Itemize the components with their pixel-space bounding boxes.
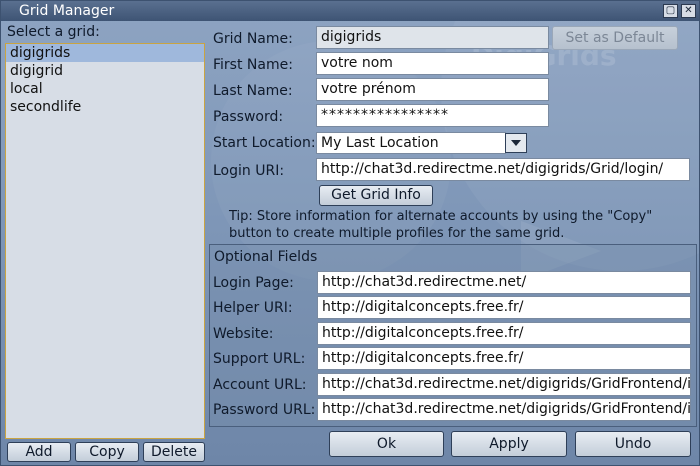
title-bar: Grid Manager (1, 1, 699, 21)
grid-list-item[interactable]: secondlife (6, 98, 204, 116)
support-url-field[interactable]: http://digitalconcepts.free.fr/ (317, 347, 691, 370)
last-name-label: Last Name: (213, 83, 293, 99)
grid-list-item[interactable]: digigrids (6, 44, 204, 62)
first-name-label: First Name: (213, 57, 293, 73)
helper-uri-field[interactable]: http://digitalconcepts.free.fr/ (317, 296, 691, 319)
grid-list[interactable]: digigrids digigrid local secondlife (5, 43, 205, 439)
login-uri-label: Login URI: (213, 163, 285, 179)
select-grid-label: Select a grid: (7, 24, 100, 40)
minimize-icon[interactable]: ▢ (663, 4, 678, 18)
apply-button[interactable]: Apply (451, 431, 567, 457)
grid-list-item[interactable]: digigrid (6, 62, 204, 80)
window-title: Grid Manager (19, 3, 115, 19)
login-page-field[interactable]: http://chat3d.redirectme.net/ (317, 271, 691, 294)
login-page-label: Login Page: (213, 275, 294, 291)
start-location-select[interactable]: My Last Location (316, 132, 506, 154)
set-as-default-button[interactable]: Set as Default (552, 26, 678, 50)
grid-name-field: digigrids (316, 26, 549, 49)
undo-button[interactable]: Undo (575, 431, 691, 457)
helper-uri-label: Helper URI: (213, 300, 293, 316)
website-field[interactable]: http://digitalconcepts.free.fr/ (317, 322, 691, 345)
close-icon[interactable]: ✕ (681, 4, 696, 18)
password-url-field[interactable]: http://chat3d.redirectme.net/digigrids/G… (317, 398, 691, 421)
chevron-down-icon (511, 140, 521, 146)
first-name-field[interactable]: votre nom (316, 52, 549, 75)
last-name-field[interactable]: votre prénom (316, 78, 549, 101)
add-button[interactable]: Add (7, 442, 71, 462)
support-url-label: Support URL: (213, 351, 306, 367)
grid-manager-window: DigiGrids Grid Manager ▢ ✕ Select a grid… (0, 0, 700, 466)
delete-button[interactable]: Delete (143, 442, 205, 462)
tip-text: Tip: Store information for alternate acc… (229, 209, 653, 241)
grid-name-label: Grid Name: (213, 31, 293, 47)
optional-fields-title: Optional Fields (214, 249, 318, 265)
account-url-label: Account URL: (213, 377, 307, 393)
account-url-field[interactable]: http://chat3d.redirectme.net/digigrids/G… (317, 373, 691, 396)
password-url-label: Password URL: (213, 402, 316, 418)
start-location-dropdown[interactable] (505, 133, 527, 153)
get-grid-info-button[interactable]: Get Grid Info (319, 185, 433, 206)
password-label: Password: (213, 109, 284, 125)
ok-button[interactable]: Ok (329, 431, 444, 457)
start-location-label: Start Location: (213, 135, 316, 151)
password-field[interactable]: **************** (316, 104, 549, 127)
copy-button[interactable]: Copy (75, 442, 139, 462)
website-label: Website: (213, 326, 274, 342)
grid-list-item[interactable]: local (6, 80, 204, 98)
login-uri-field[interactable]: http://chat3d.redirectme.net/digigrids/G… (316, 158, 690, 181)
